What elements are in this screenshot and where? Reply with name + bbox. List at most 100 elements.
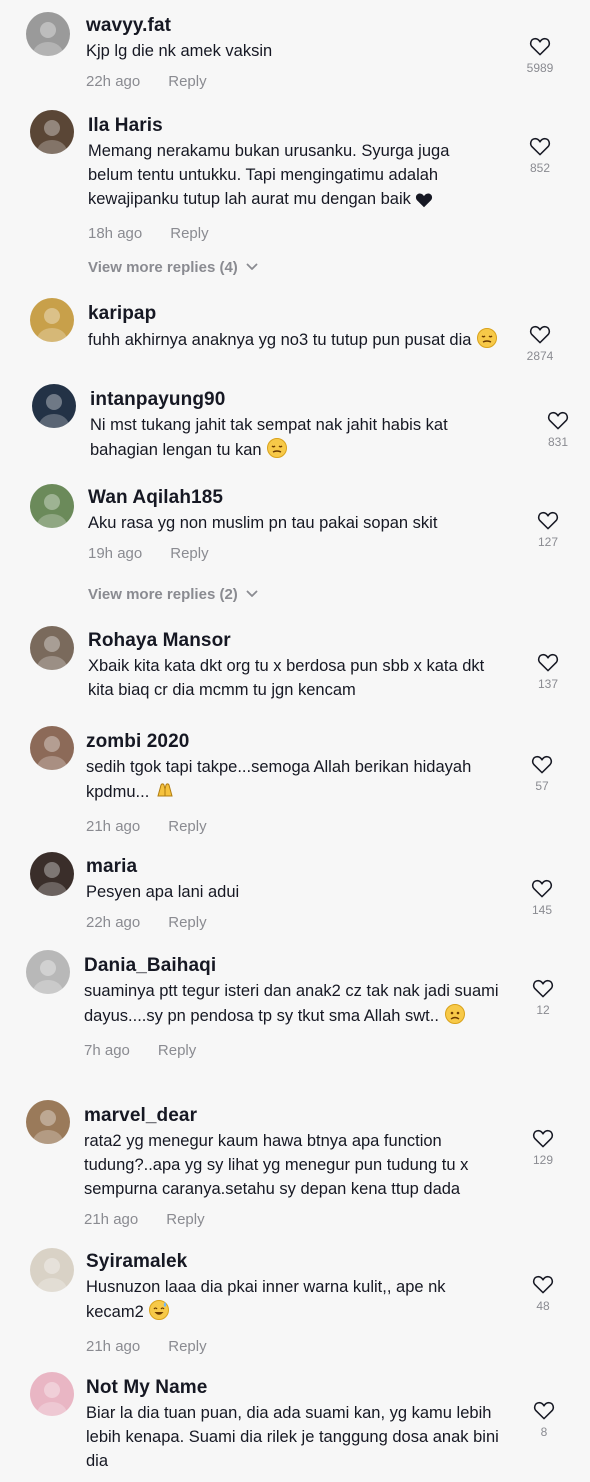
avatar[interactable] bbox=[30, 110, 74, 154]
avatar-image bbox=[30, 1372, 74, 1416]
comment-feed: wavyy.fat Kjp lg die nk amek vaksin 22h ag… bbox=[0, 0, 590, 1482]
comment-text: sedih tgok tapi takpe...semoga Allah ber… bbox=[86, 755, 506, 808]
like-control[interactable]: 137 bbox=[526, 652, 570, 691]
comment-body: Not My Name Biar la dia tuan puan, dia ad… bbox=[86, 1376, 506, 1473]
like-control[interactable]: 129 bbox=[521, 1128, 565, 1167]
heart-outline-icon[interactable] bbox=[518, 324, 562, 344]
username[interactable]: wavyy.fat bbox=[86, 14, 506, 38]
like-count: 127 bbox=[537, 535, 559, 549]
like-control[interactable]: 5989 bbox=[518, 36, 562, 75]
like-control[interactable]: 57 bbox=[520, 754, 564, 793]
avatar-image bbox=[32, 384, 76, 428]
reply-button[interactable]: Reply bbox=[168, 73, 206, 90]
comment-text: Kjp lg die nk amek vaksin bbox=[86, 39, 506, 63]
reply-button[interactable]: Reply bbox=[168, 914, 206, 931]
avatar-image bbox=[26, 1100, 70, 1144]
username[interactable]: maria bbox=[86, 855, 506, 879]
avatar-image bbox=[30, 484, 74, 528]
like-control[interactable]: 48 bbox=[521, 1274, 565, 1313]
avatar[interactable] bbox=[30, 626, 74, 670]
avatar-image bbox=[30, 1248, 74, 1292]
comment-body: Dania_Baihaqi suaminya ptt tegur isteri d… bbox=[84, 954, 504, 1062]
avatar-image bbox=[26, 950, 70, 994]
heart-outline-icon[interactable] bbox=[521, 978, 565, 998]
comment-text: Husnuzon laaa dia pkai inner warna kulit… bbox=[86, 1275, 506, 1328]
reply-button[interactable]: Reply bbox=[170, 225, 208, 242]
comment-body: Rohaya Mansor Xbaik kita kata dkt org tu … bbox=[88, 629, 508, 702]
reply-button[interactable]: Reply bbox=[158, 1042, 196, 1059]
username[interactable]: Dania_Baihaqi bbox=[84, 954, 504, 978]
comment-body: maria Pesyen apa lani adui 22h ago Reply bbox=[86, 855, 506, 934]
like-control[interactable]: 8 bbox=[522, 1400, 566, 1439]
username[interactable]: karipap bbox=[88, 302, 508, 326]
username[interactable]: Wan Aqilah185 bbox=[88, 486, 508, 510]
username[interactable]: Not My Name bbox=[86, 1376, 506, 1400]
username[interactable]: intanpayung90 bbox=[90, 388, 510, 412]
reply-button[interactable]: Reply bbox=[166, 1211, 204, 1228]
username[interactable]: zombi 2020 bbox=[86, 730, 506, 754]
avatar[interactable] bbox=[30, 726, 74, 770]
heart-outline-icon[interactable] bbox=[520, 878, 564, 898]
like-control[interactable]: 145 bbox=[520, 878, 564, 917]
comment-meta: 7h ago Reply bbox=[84, 1042, 504, 1062]
reply-button[interactable]: Reply bbox=[168, 1338, 206, 1355]
avatar[interactable] bbox=[30, 1372, 74, 1416]
avatar[interactable] bbox=[30, 484, 74, 528]
comment-body: intanpayung90 Ni mst tukang jahit tak sem… bbox=[90, 388, 510, 466]
heart-outline-icon[interactable] bbox=[521, 1128, 565, 1148]
like-count: 57 bbox=[535, 779, 549, 793]
username[interactable]: Rohaya Mansor bbox=[88, 629, 508, 653]
username[interactable]: Syiramalek bbox=[86, 1250, 506, 1274]
heart-outline-icon[interactable] bbox=[526, 510, 570, 530]
like-control[interactable]: 831 bbox=[536, 410, 580, 449]
comment-text-content: Memang nerakamu bukan urusanku. Syurga j… bbox=[88, 142, 450, 208]
like-control[interactable]: 127 bbox=[526, 510, 570, 549]
like-count: 5989 bbox=[526, 61, 554, 75]
like-control[interactable]: 12 bbox=[521, 978, 565, 1017]
avatar[interactable] bbox=[32, 384, 76, 428]
comment-text: fuhh akhirnya anaknya yg no3 tu tutup pu… bbox=[88, 327, 508, 356]
like-count: 852 bbox=[529, 161, 551, 175]
timestamp: 22h ago bbox=[86, 914, 141, 931]
reply-button[interactable]: Reply bbox=[170, 545, 208, 562]
view-more-replies-label: View more replies (4) bbox=[88, 259, 238, 276]
comment-text-content: Aku rasa yg non muslim pn tau pakai sopa… bbox=[88, 514, 438, 532]
comment-text-content: Xbaik kita kata dkt org tu x berdosa pun… bbox=[88, 657, 485, 699]
comment-text: Xbaik kita kata dkt org tu x berdosa pun… bbox=[88, 654, 508, 702]
black-heart-emoji-icon bbox=[415, 191, 433, 215]
avatar-image bbox=[30, 298, 74, 342]
username[interactable]: marvel_dear bbox=[84, 1104, 504, 1128]
comment-text-content: suaminya ptt tegur isteri dan anak2 cz t… bbox=[84, 982, 499, 1025]
like-count: 2874 bbox=[526, 349, 554, 363]
like-control[interactable]: 2874 bbox=[518, 324, 562, 363]
like-control[interactable]: 852 bbox=[518, 136, 562, 175]
avatar[interactable] bbox=[30, 1248, 74, 1292]
heart-outline-icon[interactable] bbox=[522, 1400, 566, 1420]
timestamp: 7h ago bbox=[84, 1042, 130, 1059]
heart-outline-icon[interactable] bbox=[518, 136, 562, 156]
like-count: 129 bbox=[532, 1153, 554, 1167]
like-count: 8 bbox=[540, 1425, 548, 1439]
avatar[interactable] bbox=[30, 298, 74, 342]
heart-outline-icon[interactable] bbox=[521, 1274, 565, 1294]
heart-outline-icon[interactable] bbox=[536, 410, 580, 430]
avatar[interactable] bbox=[26, 1100, 70, 1144]
avatar[interactable] bbox=[30, 852, 74, 896]
view-more-replies-button[interactable]: View more replies (2) bbox=[88, 586, 258, 603]
view-more-replies-button[interactable]: View more replies (4) bbox=[88, 259, 258, 276]
comment-text: Aku rasa yg non muslim pn tau pakai sopa… bbox=[88, 511, 508, 535]
heart-outline-icon[interactable] bbox=[520, 754, 564, 774]
comment-body: zombi 2020 sedih tgok tapi takpe...semoga… bbox=[86, 730, 506, 838]
comment-text-content: rata2 yg menegur kaum hawa btnya apa fun… bbox=[84, 1132, 469, 1198]
comment-meta: 21h ago Reply bbox=[86, 818, 506, 838]
comment-text-content: sedih tgok tapi takpe...semoga Allah ber… bbox=[86, 758, 472, 801]
avatar[interactable] bbox=[26, 950, 70, 994]
comment-meta: 18h ago Reply bbox=[88, 225, 488, 245]
chevron-down-icon bbox=[246, 262, 258, 274]
timestamp: 19h ago bbox=[88, 545, 143, 562]
heart-outline-icon[interactable] bbox=[518, 36, 562, 56]
username[interactable]: Ila Haris bbox=[88, 114, 488, 138]
heart-outline-icon[interactable] bbox=[526, 652, 570, 672]
avatar[interactable] bbox=[26, 12, 70, 56]
reply-button[interactable]: Reply bbox=[168, 818, 206, 835]
